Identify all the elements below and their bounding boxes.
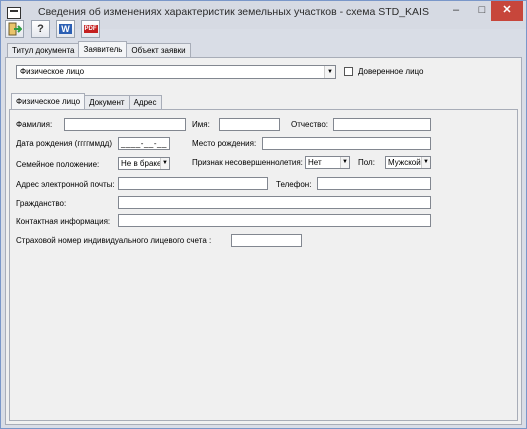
marital-status-select[interactable]: Не в браке ▼ <box>118 157 170 170</box>
email-input[interactable] <box>118 177 268 190</box>
chevron-down-icon[interactable]: ▼ <box>160 158 169 169</box>
minor-flag-label: Признак несовершеннолетия: <box>192 158 303 167</box>
close-button[interactable]: ✕ <box>491 1 523 21</box>
applicant-type-value: Физическое лицо <box>20 67 85 76</box>
birth-place-input[interactable] <box>262 137 431 150</box>
individual-form: Фамилия: Имя: Отчество: Дата рождения (г… <box>9 109 518 421</box>
snils-input[interactable] <box>231 234 302 247</box>
birth-date-input[interactable]: ____-__-__ <box>118 137 170 150</box>
surname-label: Фамилия: <box>16 120 53 129</box>
trusted-person-checkbox[interactable] <box>344 67 353 76</box>
toolbar: ? W PDF <box>1 19 526 39</box>
chevron-down-icon[interactable]: ▼ <box>421 157 430 168</box>
help-icon: ? <box>37 23 44 35</box>
phone-input[interactable] <box>317 177 431 190</box>
pdf-icon: PDF <box>83 25 98 33</box>
exit-button[interactable] <box>5 20 24 38</box>
tab-individual[interactable]: Физическое лицо <box>11 93 86 109</box>
name-input[interactable] <box>219 118 280 131</box>
marital-status-label: Семейное положение: <box>16 160 100 169</box>
app-icon <box>7 7 21 19</box>
tab-title-document[interactable]: Титул документа <box>7 43 80 57</box>
marital-status-value: Не в браке <box>121 159 162 168</box>
window-title: Сведения об изменениях характеристик зем… <box>38 6 429 18</box>
tab-request-object[interactable]: Объект заявки <box>126 43 191 57</box>
email-label: Адрес электронной почты: <box>16 180 115 189</box>
citizenship-input[interactable] <box>118 196 431 209</box>
gender-value: Мужской <box>388 158 421 167</box>
gender-label: Пол: <box>358 158 375 167</box>
citizenship-label: Гражданство: <box>16 199 67 208</box>
chevron-down-icon[interactable]: ▼ <box>324 66 335 78</box>
help-button[interactable]: ? <box>31 20 50 38</box>
surname-input[interactable] <box>64 118 186 131</box>
applicant-type-select[interactable]: Физическое лицо ▼ <box>16 65 336 79</box>
chevron-down-icon[interactable]: ▼ <box>340 157 349 168</box>
minor-flag-value: Нет <box>308 158 322 167</box>
tab-applicant[interactable]: Заявитель <box>78 41 128 57</box>
word-icon: W <box>59 24 72 34</box>
patronymic-label: Отчество: <box>291 120 328 129</box>
tab-document[interactable]: Документ <box>84 95 130 109</box>
gender-select[interactable]: Мужской ▼ <box>385 156 431 169</box>
trusted-person-option[interactable]: Доверенное лицо <box>344 67 424 76</box>
contact-info-label: Контактная информация: <box>16 217 111 226</box>
snils-label: Страховой номер индивидуального лицевого… <box>16 236 212 245</box>
contact-info-input[interactable] <box>118 214 431 227</box>
person-section: Физическое лицо Документ Адрес Фамилия: … <box>9 91 518 421</box>
patronymic-input[interactable] <box>333 118 431 131</box>
minor-flag-select[interactable]: Нет ▼ <box>305 156 350 169</box>
phone-label: Телефон: <box>276 180 312 189</box>
birth-place-label: Место рождения: <box>192 139 257 148</box>
exit-icon <box>8 22 22 36</box>
export-word-button[interactable]: W <box>56 20 75 38</box>
tab-address[interactable]: Адрес <box>128 95 162 109</box>
application-window: Сведения об изменениях характеристик зем… <box>0 0 527 429</box>
main-tabs: Титул документа Заявитель Объект заявки <box>7 41 191 58</box>
trusted-person-label: Доверенное лицо <box>358 67 424 76</box>
minimize-button[interactable]: – <box>443 1 469 21</box>
export-pdf-button[interactable]: PDF <box>81 20 100 38</box>
inner-tabs: Физическое лицо Документ Адрес <box>11 93 162 110</box>
name-label: Имя: <box>192 120 210 129</box>
applicant-panel: Физическое лицо ▼ Доверенное лицо Физиче… <box>5 57 522 425</box>
birth-date-label: Дата рождения (ггггммдд) <box>16 139 112 148</box>
